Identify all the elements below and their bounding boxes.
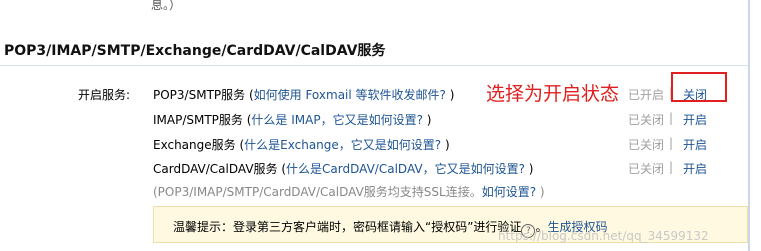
annotation-highlight-box [671, 72, 727, 102]
service-row-pop3-smtp: POP3/SMTP服务 (如何使用 Foxmail 等软件收发邮件? ) [153, 86, 454, 103]
service-row-exchange: Exchange服务 (什么是Exchange，它又是如何设置? ) [153, 136, 450, 153]
service-name: POP3/SMTP服务 [153, 88, 246, 102]
paren-close: ) [422, 113, 432, 127]
panel-right-border [748, 0, 750, 251]
help-link[interactable]: 什么是Exchange，它又是如何设置? [244, 138, 441, 152]
service-name: IMAP/SMTP服务 [153, 113, 243, 127]
paren-open: ( [277, 162, 287, 176]
annotation-text: 选择为开启状态 [486, 83, 620, 105]
service-state: 已开启 [628, 88, 665, 102]
enable-carddav-button[interactable]: 开启 [683, 160, 707, 177]
watermark: https://blog.csdn.net/qq_34599132 [498, 229, 709, 243]
service-row-carddav-caldav: CardDAV/CalDAV服务 (什么是CardDAV/CalDAV，它又是如… [153, 160, 533, 177]
section-title: POP3/IMAP/SMTP/Exchange/CardDAV/CalDAV服务 [4, 43, 386, 59]
service-state: 已关闭 [628, 162, 665, 176]
enable-imap-button[interactable]: 开启 [683, 111, 707, 128]
service-state: 已关闭 [628, 138, 665, 152]
service-state: 已关闭 [628, 113, 665, 127]
service-label: 开启服务: [78, 88, 131, 102]
paren-close: ) [524, 162, 534, 176]
tip-text: 温馨提示：登录第三方客户端时，密码框请输入“授权码”进行验证 [173, 220, 522, 234]
paren-close: ) [445, 88, 455, 102]
help-link[interactable]: 什么是CardDAV/CalDAV，它又是如何设置? [286, 162, 525, 176]
top-note-text: 息。） [151, 0, 182, 12]
ssl-note-close: ) [536, 185, 545, 199]
help-link[interactable]: 如何使用 Foxmail 等软件收发邮件? [254, 88, 446, 102]
section-divider [0, 65, 748, 66]
separator: | [669, 136, 674, 150]
ssl-help-link[interactable]: 如何设置? [482, 185, 536, 199]
ssl-note-text: (POP3/IMAP/SMTP/CardDAV/CalDAV服务均支持SSL连接… [153, 185, 482, 199]
paren-open: ( [245, 88, 254, 102]
paren-close: ) [441, 138, 450, 152]
service-row-imap-smtp: IMAP/SMTP服务 (什么是 IMAP，它又是如何设置? ) [153, 111, 431, 128]
service-name: Exchange服务 [153, 138, 236, 152]
ssl-note: (POP3/IMAP/SMTP/CardDAV/CalDAV服务均支持SSL连接… [153, 183, 545, 200]
service-name: CardDAV/CalDAV服务 [153, 162, 278, 176]
separator: | [669, 111, 674, 125]
separator: | [669, 160, 674, 174]
paren-open: ( [235, 138, 245, 152]
help-link[interactable]: 什么是 IMAP，它又是如何设置? [251, 113, 423, 127]
enable-exchange-button[interactable]: 开启 [683, 136, 707, 153]
